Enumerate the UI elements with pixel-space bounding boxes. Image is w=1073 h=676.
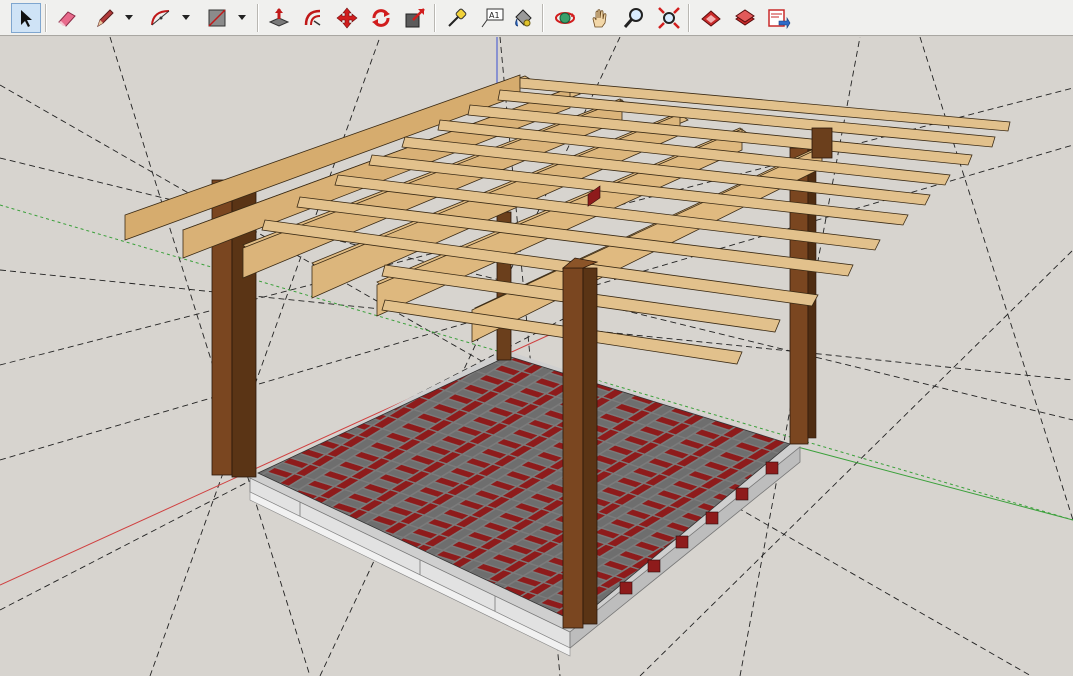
rotate-icon (372, 9, 390, 27)
rectangle-icon (208, 9, 226, 27)
warehouse-icon (701, 10, 721, 27)
tape-measure-icon (448, 8, 467, 27)
orbit-tool-button[interactable] (550, 3, 580, 33)
push-pull-tool-button[interactable] (264, 3, 294, 33)
arc-dropdown[interactable] (181, 12, 191, 24)
toolbar-separator (688, 4, 690, 32)
scale-tool-button[interactable] (400, 3, 430, 33)
pan-tool-button[interactable] (585, 3, 615, 33)
eraser-icon (58, 11, 76, 27)
select-tool-button[interactable] (11, 3, 41, 33)
toolbar-separator (45, 4, 47, 32)
text-label-icon: A1 (481, 8, 504, 28)
move-icon (336, 7, 358, 29)
post-right-top (811, 127, 833, 159)
offset-icon (304, 9, 321, 26)
pan-icon (592, 9, 607, 28)
toolbar-separator (542, 4, 544, 32)
text-label-tool-button[interactable]: A1 (477, 3, 507, 33)
select-icon (21, 10, 32, 27)
offset-tool-button[interactable] (298, 3, 328, 33)
model-viewport[interactable] (0, 37, 1073, 676)
rectangle-tool-button[interactable] (202, 3, 232, 33)
text-label-glyph: A1 (489, 11, 500, 20)
chevron-down-icon (238, 15, 246, 20)
arc-icon (151, 10, 170, 26)
pencil-tool-button[interactable] (90, 3, 120, 33)
scene-canvas[interactable] (0, 37, 1073, 676)
zoom-extents-tool-button[interactable] (654, 3, 684, 33)
eraser-tool-button[interactable] (52, 3, 82, 33)
pencil-dropdown[interactable] (124, 12, 134, 24)
zoom-extents-icon (658, 7, 680, 29)
push-pull-icon (268, 8, 290, 27)
toolbar-separator (434, 4, 436, 32)
scale-icon (405, 8, 425, 28)
paint-bucket-tool-button[interactable] (508, 3, 538, 33)
zoom-icon (623, 8, 643, 28)
share-model-button[interactable] (764, 3, 794, 33)
toolbar-separator (257, 4, 259, 32)
zoom-tool-button[interactable] (619, 3, 649, 33)
paint-bucket-icon (515, 9, 532, 27)
main-toolbar: A1 (0, 0, 1073, 36)
post-front (561, 257, 599, 629)
warehouse-button[interactable] (696, 3, 726, 33)
chevron-down-icon (125, 15, 133, 20)
pencil-icon (97, 9, 114, 28)
share-model-icon (768, 9, 791, 29)
rotate-tool-button[interactable] (366, 3, 396, 33)
tape-measure-tool-button[interactable] (442, 3, 472, 33)
components-button[interactable] (730, 3, 760, 33)
components-icon (735, 9, 755, 26)
rectangle-dropdown[interactable] (237, 12, 247, 24)
chevron-down-icon (182, 15, 190, 20)
orbit-icon (555, 12, 575, 24)
move-tool-button[interactable] (332, 3, 362, 33)
arc-tool-button[interactable] (146, 3, 176, 33)
